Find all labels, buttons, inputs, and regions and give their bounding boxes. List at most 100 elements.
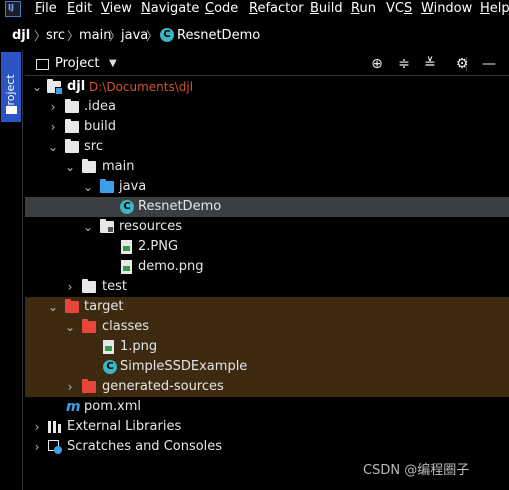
tree-label: java	[119, 179, 147, 194]
folder-icon	[65, 139, 79, 153]
project-side-tab[interactable]: Project	[1, 52, 21, 122]
chevron-right-icon: 〉	[146, 29, 159, 43]
menu-bar: File Edit View Navigate Code Refactor Bu…	[0, 0, 509, 18]
tree-row-2png[interactable]: 2.PNG	[25, 237, 509, 257]
class-icon: C	[120, 200, 134, 214]
menu-refactor[interactable]: Refactor	[249, 0, 304, 18]
project-path: D:\Documents\djl	[89, 80, 194, 94]
chevron-down-icon[interactable]: ⌄	[31, 77, 43, 97]
tree-row-djl[interactable]: ⌄ djl D:\Documents\djl	[25, 77, 509, 97]
project-view-selector[interactable]: Project	[55, 55, 99, 73]
tree-row-target[interactable]: ⌄ target	[25, 297, 509, 317]
tree-row-external-libraries[interactable]: › External Libraries	[25, 417, 509, 437]
tree-label: 1.png	[120, 339, 158, 354]
tree-row-main[interactable]: ⌄ main	[25, 157, 509, 177]
folder-icon	[82, 159, 96, 173]
tree-label: generated-sources	[102, 379, 224, 394]
maven-icon: m	[66, 399, 81, 415]
expand-all-icon[interactable]: ≑	[395, 55, 413, 73]
tree-row-idea[interactable]: › .idea	[25, 97, 509, 117]
scratches-icon	[48, 440, 62, 454]
hide-icon[interactable]: —	[480, 55, 498, 73]
triangle-down-icon[interactable]: ▼	[109, 55, 117, 73]
folder-icon	[65, 99, 79, 113]
chevron-down-icon[interactable]: ⌄	[82, 217, 94, 237]
menu-run[interactable]: Run	[351, 0, 376, 18]
project-tool-header: Project ▼ ⊕ ≑ ≚ ⚙ —	[25, 52, 509, 76]
chevron-right-icon[interactable]: ›	[47, 117, 59, 137]
image-file-icon	[103, 340, 114, 354]
menu-view[interactable]: View	[101, 0, 132, 18]
tree-row-build[interactable]: › build	[25, 117, 509, 137]
tree-label: resources	[119, 219, 183, 234]
chevron-right-icon: 〉	[34, 29, 47, 43]
source-folder-icon	[100, 179, 114, 193]
folder-icon	[82, 279, 96, 293]
tree-row-test[interactable]: › test	[25, 277, 509, 297]
tree-label: main	[102, 159, 135, 174]
chevron-right-icon[interactable]: ›	[31, 417, 43, 437]
chevron-right-icon[interactable]: ›	[47, 97, 59, 117]
menu-window[interactable]: Window	[421, 0, 472, 18]
tree-row-classes[interactable]: ⌄ classes	[25, 317, 509, 337]
chevron-right-icon: 〉	[67, 29, 80, 43]
menu-build[interactable]: Build	[310, 0, 343, 18]
chevron-down-icon[interactable]: ⌄	[64, 317, 76, 337]
menu-edit[interactable]: Edit	[67, 0, 92, 18]
menu-code[interactable]: Code	[205, 0, 238, 18]
folder-icon	[65, 119, 79, 133]
intellij-logo-icon[interactable]	[5, 1, 21, 17]
chevron-down-icon[interactable]: ⌄	[82, 177, 94, 197]
breadcrumb-resnetdemo[interactable]: ResnetDemo	[177, 27, 260, 45]
tree-row-resources[interactable]: ⌄ resources	[25, 217, 509, 237]
chevron-down-icon[interactable]: ⌄	[47, 297, 59, 317]
chevron-right-icon[interactable]: ›	[31, 437, 43, 457]
tree-row-resnetdemo[interactable]: C ResnetDemo	[25, 197, 509, 217]
project-tree: ⌄ djl D:\Documents\djl › .idea › build ⌄…	[25, 77, 509, 490]
menu-vcs[interactable]: VCS	[386, 0, 412, 18]
collapse-all-icon[interactable]: ≚	[421, 55, 439, 73]
breadcrumb: djl 〉 src 〉 main 〉 java 〉 C ResnetDemo	[0, 25, 509, 47]
menu-help[interactable]: Help	[480, 0, 509, 18]
locate-icon[interactable]: ⊕	[368, 55, 386, 73]
chevron-right-icon: 〉	[109, 29, 122, 43]
chevron-right-icon[interactable]: ›	[64, 277, 76, 297]
tree-label: target	[84, 299, 124, 314]
excluded-folder-icon	[82, 379, 96, 393]
breadcrumb-java[interactable]: java	[121, 27, 148, 45]
tree-row-src[interactable]: ⌄ src	[25, 137, 509, 157]
image-file-icon	[121, 260, 132, 274]
tree-label: .idea	[84, 99, 116, 114]
tree-row-demopng[interactable]: demo.png	[25, 257, 509, 277]
excluded-folder-icon	[65, 299, 79, 313]
module-folder-icon	[47, 79, 63, 95]
library-icon	[48, 421, 62, 433]
gear-icon[interactable]: ⚙	[453, 55, 471, 73]
tree-label: pom.xml	[84, 399, 141, 414]
tree-label: 2.PNG	[138, 239, 179, 254]
menu-file[interactable]: File	[35, 0, 57, 18]
chevron-right-icon[interactable]: ›	[64, 377, 76, 397]
chevron-down-icon[interactable]: ⌄	[64, 157, 76, 177]
tree-row-generated-sources[interactable]: › generated-sources	[25, 377, 509, 397]
tree-row-simplessdexample[interactable]: C SimpleSSDExample	[25, 357, 509, 377]
breadcrumb-main[interactable]: main	[79, 27, 111, 45]
tree-label: demo.png	[138, 259, 204, 274]
tree-label: ResnetDemo	[138, 199, 222, 214]
watermark: CSDN @编程圈子	[363, 463, 470, 478]
folder-icon	[6, 106, 17, 114]
tree-row-java[interactable]: ⌄ java	[25, 177, 509, 197]
tree-label: build	[84, 119, 116, 134]
tree-label: SimpleSSDExample	[120, 359, 248, 374]
chevron-down-icon[interactable]: ⌄	[47, 137, 59, 157]
class-icon: C	[103, 360, 117, 374]
tree-row-pomxml[interactable]: m pom.xml	[25, 397, 509, 417]
tree-label: classes	[102, 319, 150, 334]
menu-navigate[interactable]: Navigate	[141, 0, 199, 18]
breadcrumb-djl[interactable]: djl	[12, 27, 30, 45]
breadcrumb-src[interactable]: src	[46, 27, 65, 45]
tree-row-scratches[interactable]: › Scratches and Consoles	[25, 437, 509, 457]
tree-row-1png[interactable]: 1.png	[25, 337, 509, 357]
tree-label: src	[84, 139, 103, 154]
tree-label: Scratches and Consoles	[67, 439, 223, 454]
